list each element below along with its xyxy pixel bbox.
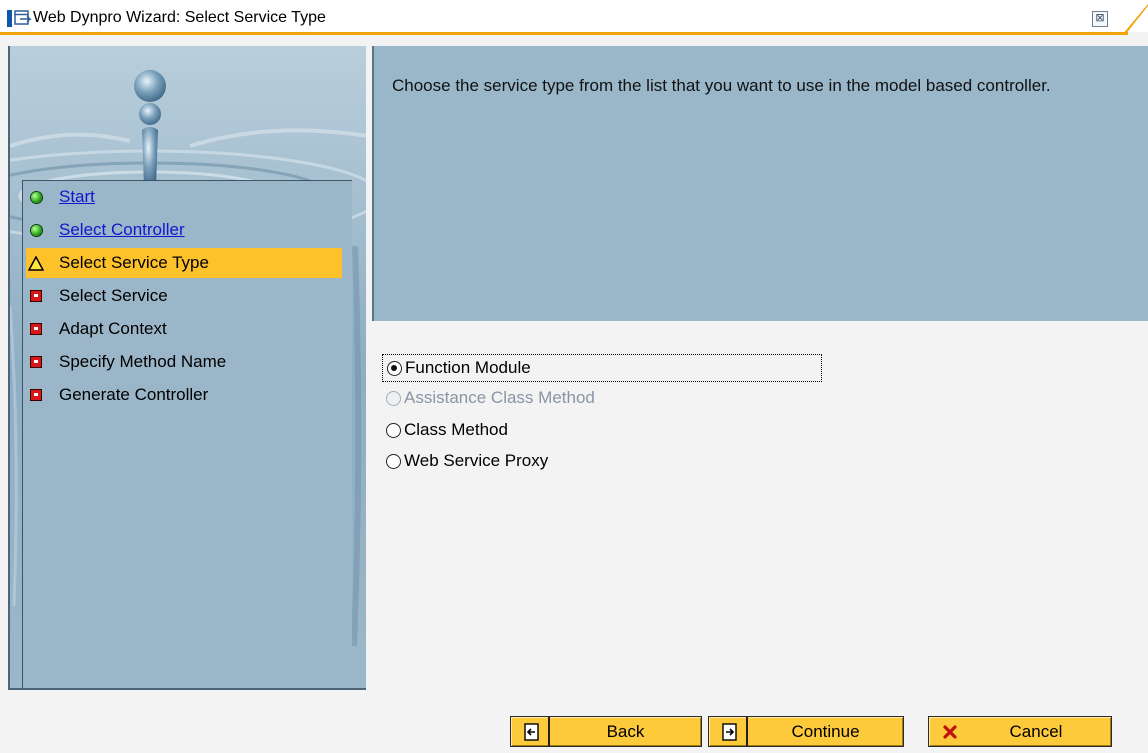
step-start[interactable]: Start (26, 182, 342, 212)
instruction-text: Choose the service type from the list th… (392, 76, 1051, 95)
step-label: Adapt Context (59, 319, 167, 338)
step-select-service-type: Select Service Type (26, 248, 342, 278)
radio-button[interactable] (386, 453, 401, 469)
option-label[interactable]: Class Method (404, 420, 508, 440)
cancel-button[interactable]: Cancel (928, 716, 1112, 747)
option-class-method[interactable]: Class Method (382, 416, 822, 444)
option-label[interactable]: Function Module (405, 358, 531, 378)
title-bar: Web Dynpro Wizard: Select Service Type ⊠ (0, 0, 1148, 35)
step-pending-icon (30, 290, 42, 302)
radio-button[interactable] (387, 360, 402, 376)
step-done-icon (30, 224, 42, 236)
step-label[interactable]: Start (59, 187, 95, 207)
window-icon (14, 10, 32, 25)
step-label: Generate Controller (59, 385, 209, 404)
continue-icon (719, 721, 741, 743)
option-assistance-class-method: Assistance Class Method (382, 384, 822, 412)
close-icon[interactable]: ⊠ (1092, 11, 1108, 27)
step-label: Select Service (59, 286, 168, 305)
step-pending-icon (30, 323, 42, 335)
cancel-button-label[interactable]: Cancel (961, 722, 1111, 742)
window-title: Web Dynpro Wizard: Select Service Type (33, 9, 326, 26)
back-button-label[interactable]: Back (550, 722, 701, 742)
instruction-box: Choose the service type from the list th… (372, 46, 1148, 321)
radio-button (386, 390, 401, 406)
step-select-service: Select Service (26, 281, 342, 311)
roadmap-panel: Start Select Controller Select Service T… (8, 46, 366, 690)
title-accent-bar (7, 10, 12, 27)
step-done-icon (30, 191, 42, 203)
title-underline (0, 32, 1128, 35)
step-current-warning-icon (28, 255, 44, 271)
corner-accent (1122, 4, 1148, 35)
cancel-x-icon (939, 721, 961, 743)
step-specify-method-name: Specify Method Name (26, 347, 342, 377)
continue-button-label[interactable]: Continue (748, 722, 903, 742)
step-label: Select Service Type (59, 253, 209, 272)
step-label[interactable]: Select Controller (59, 220, 185, 240)
back-icon (521, 721, 543, 743)
option-label[interactable]: Web Service Proxy (404, 451, 548, 471)
back-button[interactable]: Back (510, 716, 702, 747)
step-pending-icon (30, 356, 42, 368)
continue-button[interactable]: Continue (708, 716, 904, 747)
step-adapt-context: Adapt Context (26, 314, 342, 344)
step-pending-icon (30, 389, 42, 401)
option-label: Assistance Class Method (404, 388, 595, 407)
step-label: Specify Method Name (59, 352, 227, 371)
option-function-module[interactable]: Function Module (382, 354, 822, 382)
step-select-controller[interactable]: Select Controller (26, 215, 342, 245)
step-generate-controller: Generate Controller (26, 380, 342, 410)
option-web-service-proxy[interactable]: Web Service Proxy (382, 447, 822, 475)
radio-button[interactable] (386, 422, 401, 438)
